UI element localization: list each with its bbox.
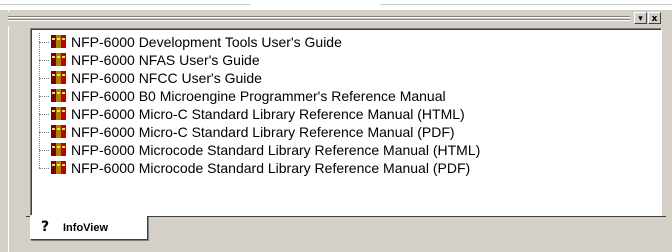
tree-item-label: NFP-6000 Microcode Standard Library Refe… xyxy=(71,142,481,158)
tree-list: NFP-6000 Development Tools User's Guide N… xyxy=(39,33,480,177)
tree-item[interactable]: NFP-6000 NFAS User's Guide xyxy=(39,51,480,69)
tree-connector xyxy=(39,96,49,97)
books-icon xyxy=(51,142,66,156)
tree-item-label: NFP-6000 Microcode Standard Library Refe… xyxy=(71,160,471,176)
books-icon xyxy=(51,124,66,138)
top-divider-right xyxy=(380,4,672,5)
tree-connector xyxy=(39,78,49,79)
grip-line-highlight xyxy=(8,17,630,18)
books-icon xyxy=(51,106,66,120)
tree-item[interactable]: NFP-6000 B0 Microengine Programmer's Ref… xyxy=(39,87,480,105)
tree-item[interactable]: NFP-6000 Development Tools User's Guide xyxy=(39,33,480,51)
tree-item-label: NFP-6000 Micro-C Standard Library Refere… xyxy=(71,106,465,122)
books-icon xyxy=(51,52,66,66)
books-icon xyxy=(51,160,66,174)
tree-item[interactable]: NFP-6000 Microcode Standard Library Refe… xyxy=(39,141,480,159)
tree-item-label: NFP-6000 Development Tools User's Guide xyxy=(71,34,342,50)
tree-connector xyxy=(39,60,49,61)
tree-item[interactable]: NFP-6000 Microcode Standard Library Refe… xyxy=(39,159,480,177)
books-icon xyxy=(51,70,66,84)
tree-connector xyxy=(39,168,49,169)
tab-infoview[interactable]: ? InfoView xyxy=(30,216,148,240)
grip-line-highlight xyxy=(8,20,630,21)
books-icon xyxy=(51,88,66,102)
tree-item-label: NFP-6000 NFAS User's Guide xyxy=(71,52,260,68)
tree-item-label: NFP-6000 NFCC User's Guide xyxy=(71,70,262,86)
tree-connector xyxy=(39,132,49,133)
tab-label: InfoView xyxy=(63,222,109,234)
tree-item-label: NFP-6000 Micro-C Standard Library Refere… xyxy=(71,124,455,140)
tree-connector xyxy=(39,150,49,151)
books-icon xyxy=(51,34,66,48)
tree-item[interactable]: NFP-6000 NFCC User's Guide xyxy=(39,69,480,87)
tree-connector xyxy=(39,114,49,115)
minimize-button[interactable]: ▾ xyxy=(634,12,647,24)
close-button[interactable]: x xyxy=(648,12,661,24)
help-question-icon: ? xyxy=(41,219,50,235)
tree-item-label: NFP-6000 B0 Microengine Programmer's Ref… xyxy=(71,88,446,104)
document-tree[interactable]: NFP-6000 Development Tools User's Guide N… xyxy=(30,28,662,216)
tree-item[interactable]: NFP-6000 Micro-C Standard Library Refere… xyxy=(39,123,480,141)
pane-left-edge xyxy=(8,10,9,252)
docking-pane: ▾ x NFP-6000 Development Tools User's Gu… xyxy=(0,10,672,252)
top-strip xyxy=(0,0,672,10)
tree-connector xyxy=(39,42,49,43)
top-divider xyxy=(0,4,250,5)
pane-header[interactable]: ▾ x xyxy=(8,12,662,26)
tree-item[interactable]: NFP-6000 Micro-C Standard Library Refere… xyxy=(39,105,480,123)
